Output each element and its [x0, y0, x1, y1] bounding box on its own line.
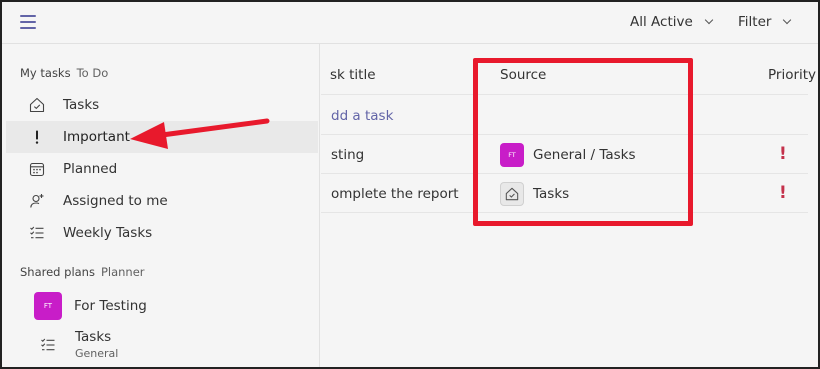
annotation-arrow	[130, 118, 270, 149]
app-window: All Active Filter My tasks To Do Tasks Im…	[0, 0, 820, 369]
